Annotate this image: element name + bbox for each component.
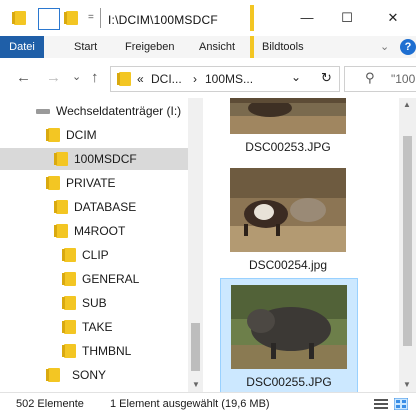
tree-item-label: PRIVATE — [66, 176, 116, 190]
breadcrumb-separator[interactable]: › — [193, 72, 197, 86]
tree-item-database[interactable]: DATABASE — [0, 196, 188, 218]
expand-ribbon-icon[interactable]: ⌄ — [380, 40, 389, 53]
file-name: DSC00254.jpg — [248, 258, 328, 272]
folder-icon — [46, 128, 60, 142]
photo-thumbnail — [230, 98, 346, 134]
tree-item-sub[interactable]: SUB — [0, 292, 188, 314]
help-icon[interactable]: ? — [400, 39, 416, 55]
back-button[interactable]: ← — [16, 69, 31, 86]
contextual-tab-marker — [250, 5, 254, 31]
folder-icon — [62, 248, 76, 262]
address-bar[interactable]: « DCI... › 100MS... ⌄ ↻ — [110, 66, 340, 92]
tree-item-general[interactable]: GENERAL — [0, 268, 188, 290]
folder-icon — [12, 11, 26, 25]
item-count: 502 Elemente — [16, 398, 84, 410]
tree-item-label: M4ROOT — [74, 224, 126, 238]
address-dropdown-icon[interactable]: ⌄ — [291, 70, 301, 84]
tree-item-label: DCIM — [66, 128, 97, 142]
ribbon-tabs: Datei Start Freigeben Ansicht Bildtools … — [0, 36, 416, 59]
breadcrumb-100msdcf[interactable]: 100MS... — [205, 72, 253, 86]
recent-locations-button[interactable]: ⌄ — [72, 70, 81, 83]
tree-item-take[interactable]: TAKE — [0, 316, 188, 338]
refresh-button[interactable]: ↻ — [321, 70, 332, 86]
tab-bildtools[interactable]: Bildtools — [262, 36, 304, 58]
scroll-up-icon[interactable]: ▲ — [403, 100, 411, 109]
maximize-button[interactable]: ☐ — [332, 8, 362, 28]
folder-icon — [62, 320, 76, 334]
file-view-scrollbar[interactable]: ▲ ▼ — [399, 98, 416, 392]
tab-ansicht[interactable]: Ansicht — [199, 36, 235, 58]
selection-info: 1 Element ausgewählt (19,6 MB) — [110, 398, 270, 410]
minimize-button[interactable]: — — [292, 8, 322, 28]
folder-icon — [46, 176, 60, 190]
file-item-dsc00253[interactable]: DSC00253.JPG — [220, 98, 356, 154]
tree-item-private[interactable]: PRIVATE — [0, 172, 188, 194]
folder-icon — [54, 200, 68, 214]
folder-icon — [62, 272, 76, 286]
folder-icon — [117, 72, 131, 86]
tab-start[interactable]: Start — [74, 36, 97, 58]
tab-datei[interactable]: Datei — [0, 36, 44, 58]
folder-icon — [62, 296, 76, 310]
file-view: DSC00253.JPG DSC00254.jpg DSC00255.JPG — [203, 98, 399, 392]
search-icon: ⚲ — [365, 70, 375, 85]
file-item-dsc00255[interactable]: DSC00255.JPG — [220, 278, 358, 392]
file-name: DSC00253.JPG — [245, 140, 331, 154]
tree-item-label: 100MSDCF — [74, 152, 137, 166]
navigation-pane-scrollbar[interactable]: ▼ — [188, 98, 203, 392]
tree-item-label: TAKE — [82, 320, 113, 334]
breadcrumb-dcim[interactable]: DCI... — [151, 72, 182, 86]
close-button[interactable]: ✕ — [378, 8, 408, 28]
file-name: DSC00255.JPG — [246, 375, 332, 389]
search-input[interactable]: ⚲ "100 — [344, 66, 416, 92]
details-view-icon[interactable] — [374, 398, 388, 410]
tree-item-clip[interactable]: CLIP — [0, 244, 188, 266]
tree-item-label: CLIP — [82, 248, 109, 262]
tree-item-m4root[interactable]: M4ROOT — [0, 220, 188, 242]
large-icons-view-icon[interactable] — [394, 398, 408, 410]
tree-item-label: SUB — [82, 296, 107, 310]
file-item-dsc00254[interactable]: DSC00254.jpg — [220, 162, 356, 278]
navigation-pane: Wechseldatenträger (I:) DCIM 100MSDCF PR… — [0, 98, 203, 392]
up-button[interactable]: ↑ — [91, 69, 99, 86]
new-folder-icon[interactable] — [64, 11, 78, 25]
photo-thumbnail — [231, 285, 347, 369]
quick-access-dropdown-icon[interactable]: = — [88, 12, 94, 23]
tree-item-thmbnl[interactable]: THMBNL — [0, 340, 188, 362]
tree-item-label: GENERAL — [82, 272, 140, 286]
scroll-down-icon[interactable]: ▼ — [403, 380, 411, 389]
address-overflow[interactable]: « — [137, 72, 144, 86]
folder-icon — [62, 344, 76, 358]
scrollbar-thumb[interactable] — [403, 136, 412, 346]
usb-drive-icon — [36, 109, 50, 114]
tree-item-label: DATABASE — [74, 200, 137, 214]
title-bar: = I:\DCIM\100MSDCF — ☐ ✕ — [0, 0, 416, 36]
window-title: I:\DCIM\100MSDCF — [108, 13, 218, 27]
tree-item-drive[interactable]: Wechseldatenträger (I:) — [0, 100, 188, 122]
scroll-down-icon[interactable]: ▼ — [192, 380, 200, 389]
quick-access-properties-button[interactable] — [38, 8, 60, 30]
folder-icon — [54, 152, 68, 166]
folder-icon — [46, 368, 60, 382]
tree-item-100msdcf[interactable]: 100MSDCF — [0, 148, 188, 170]
tree-item-label: THMBNL — [82, 344, 132, 358]
folder-icon — [54, 224, 68, 238]
search-placeholder: "100 — [391, 72, 416, 86]
tree-item-sony[interactable]: SONY — [0, 364, 188, 386]
tree-item-label: Wechseldatenträger (I:) — [56, 104, 182, 118]
tree-item-dcim[interactable]: DCIM — [0, 124, 188, 146]
scrollbar-thumb[interactable] — [191, 323, 200, 371]
photo-thumbnail — [230, 168, 346, 252]
tab-freigeben[interactable]: Freigeben — [125, 36, 175, 58]
tree-item-label: SONY — [72, 368, 107, 382]
status-bar: 502 Elemente 1 Element ausgewählt (19,6 … — [0, 392, 416, 415]
title-divider — [100, 8, 101, 28]
forward-button[interactable]: → — [46, 69, 61, 86]
navigation-bar: ← → ⌄ ↑ « DCI... › 100MS... ⌄ ↻ ⚲ "100 — [0, 58, 416, 98]
contextual-tab-marker — [250, 36, 254, 58]
